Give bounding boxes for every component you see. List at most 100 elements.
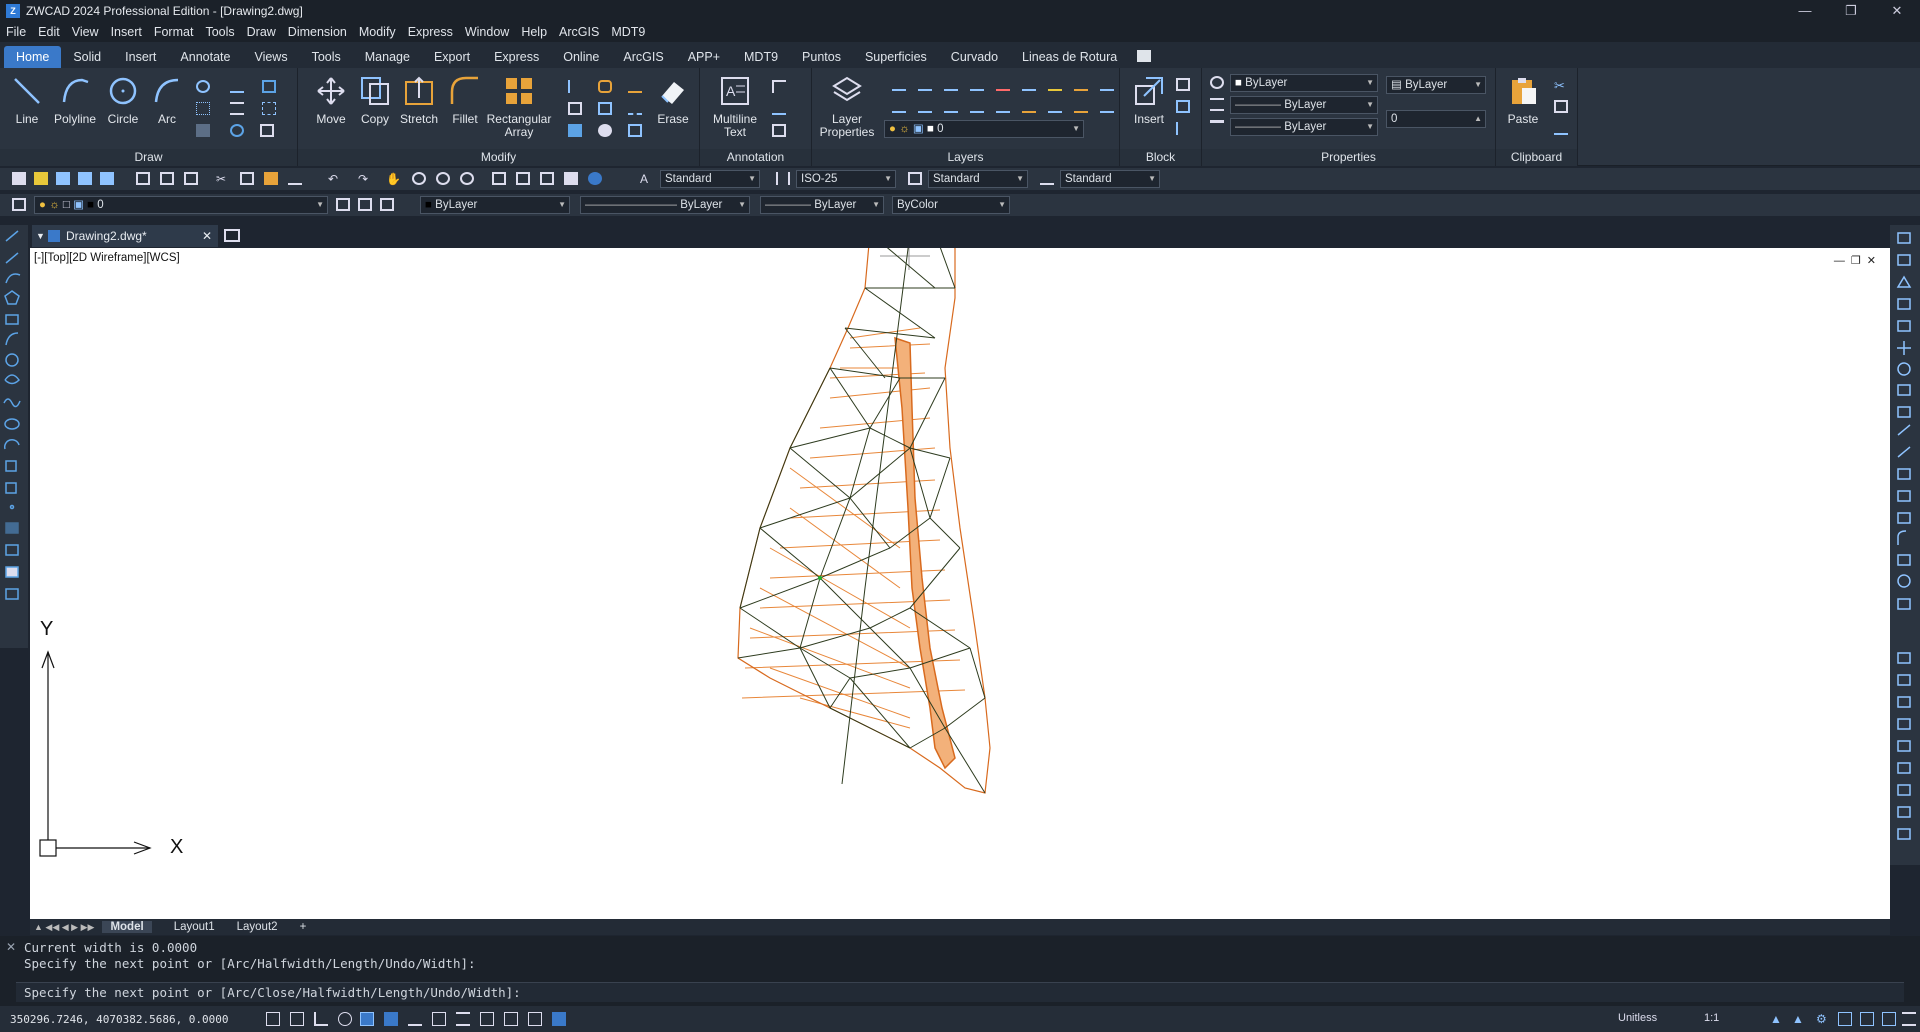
tab-curvado[interactable]: Curvado: [939, 46, 1010, 68]
close-command-icon[interactable]: ✕: [6, 940, 16, 954]
layer-dropdown[interactable]: ● ☼ ▣ ■ 0 ▼: [884, 120, 1084, 138]
annotation-visibility-icon[interactable]: ▲: [1770, 1012, 1784, 1026]
tool-palette-icon[interactable]: [540, 172, 554, 185]
layer-tool-icon[interactable]: [1074, 78, 1088, 91]
layer-tool-icon[interactable]: [996, 78, 1010, 91]
make-current-icon[interactable]: [336, 198, 350, 211]
region-icon[interactable]: [262, 80, 276, 93]
menu-dimension[interactable]: Dimension: [288, 25, 347, 39]
tab-views[interactable]: Views: [242, 46, 299, 68]
offset-icon[interactable]: [598, 80, 612, 93]
new-file-icon[interactable]: [12, 172, 26, 185]
menu-insert[interactable]: Insert: [111, 25, 142, 39]
menu-window[interactable]: Window: [465, 25, 509, 39]
grid-icon[interactable]: [266, 1012, 280, 1026]
pan-icon[interactable]: ✋: [386, 172, 401, 186]
isolate-objects-icon[interactable]: [1860, 1012, 1874, 1026]
linetype-icon[interactable]: [1210, 98, 1224, 111]
chamfer-icon[interactable]: [628, 80, 642, 93]
lineweight-icon[interactable]: [1210, 120, 1224, 133]
clean-screen-icon[interactable]: [1882, 1012, 1896, 1026]
rectangular-array-button[interactable]: Rectangular Array: [484, 74, 554, 139]
ellipse-icon[interactable]: [196, 80, 210, 93]
snap-icon[interactable]: [290, 1012, 304, 1026]
rectangle-icon[interactable]: [260, 124, 274, 137]
customization-menu-icon[interactable]: [1902, 1012, 1916, 1026]
tab-arcgis[interactable]: ArcGIS: [611, 46, 675, 68]
layer-tool-icon[interactable]: [970, 100, 984, 113]
match-properties-icon[interactable]: [288, 172, 302, 185]
cut-icon[interactable]: ✂: [216, 172, 230, 186]
design-center-icon[interactable]: [516, 172, 530, 185]
tab-export[interactable]: Export: [422, 46, 482, 68]
layer-tool-icon[interactable]: [970, 78, 984, 91]
menu-express[interactable]: Express: [408, 25, 453, 39]
command-input[interactable]: Specify the next point or [Arc/Close/Hal…: [16, 982, 1904, 1002]
annotation-monitor-icon[interactable]: [552, 1012, 566, 1026]
paste-icon[interactable]: [264, 172, 278, 185]
point-icon[interactable]: [196, 102, 210, 115]
tab-lineas-de-rotura[interactable]: Lineas de Rotura: [1010, 46, 1129, 68]
fillet-button[interactable]: Fillet: [442, 74, 488, 126]
tab-manage[interactable]: Manage: [353, 46, 422, 68]
lineweight-dropdown[interactable]: ———— ByLayer ▼: [1230, 118, 1378, 136]
tab-layout2[interactable]: Layout2: [237, 921, 278, 933]
table-style-dropdown[interactable]: Standard ▼: [928, 170, 1028, 188]
undo-icon[interactable]: ↶: [328, 172, 342, 186]
save-all-icon[interactable]: [100, 172, 114, 185]
wipeout-icon[interactable]: [262, 102, 276, 115]
layer-previous-icon[interactable]: [358, 198, 372, 211]
color-dropdown[interactable]: ■ ByLayer ▼: [1230, 74, 1378, 92]
tab-layout1[interactable]: Layout1: [174, 921, 215, 933]
toolbar-plotstyle-dropdown[interactable]: ByColor ▼: [892, 196, 1010, 214]
tab-mdt9[interactable]: MDT9: [732, 46, 790, 68]
coordinate-readout[interactable]: 350296.7246, 4070382.5686, 0.0000: [10, 1013, 229, 1026]
minimize-icon[interactable]: —: [1782, 0, 1828, 22]
erase-button[interactable]: Erase: [650, 74, 696, 126]
layer-manager-icon[interactable]: [12, 198, 26, 211]
paste-button[interactable]: Paste: [1500, 74, 1546, 126]
selection-cycling-icon[interactable]: [528, 1012, 542, 1026]
multiline-text-button[interactable]: A Multiline Text: [708, 74, 762, 139]
lock-ui-icon[interactable]: [1838, 1012, 1852, 1026]
tab-menu-icon[interactable]: ▼: [36, 225, 45, 247]
layer-tool-icon[interactable]: [1022, 100, 1036, 113]
revcloud-icon[interactable]: [230, 102, 244, 115]
layer-tool-icon[interactable]: [892, 100, 906, 113]
rotate-icon[interactable]: [568, 102, 582, 115]
new-tab-icon[interactable]: [224, 229, 240, 242]
create-block-icon[interactable]: [1176, 78, 1190, 91]
edit-block-icon[interactable]: [1176, 100, 1190, 113]
plotstyle-dropdown[interactable]: ▤ ByLayer ▼: [1386, 76, 1486, 94]
table-icon[interactable]: [772, 124, 786, 137]
menu-file[interactable]: File: [6, 25, 26, 39]
cut-icon[interactable]: ✂: [1554, 78, 1568, 93]
layer-tool-icon[interactable]: [1100, 78, 1114, 91]
hatch-icon[interactable]: [196, 124, 210, 137]
redo-icon[interactable]: ↷: [358, 172, 372, 186]
tab-solid[interactable]: Solid: [61, 46, 113, 68]
workspace-gear-icon[interactable]: ⚙: [1816, 1012, 1830, 1026]
tab-home[interactable]: Home: [4, 46, 62, 68]
tab-puntos[interactable]: Puntos: [790, 46, 853, 68]
layer-properties-button[interactable]: Layer Properties: [818, 74, 876, 139]
print-icon[interactable]: [136, 172, 150, 185]
dyn-ucs-icon[interactable]: [408, 1012, 422, 1026]
menu-help[interactable]: Help: [521, 25, 547, 39]
menu-modify[interactable]: Modify: [359, 25, 396, 39]
transparency-toggle-icon[interactable]: [480, 1012, 494, 1026]
help-icon[interactable]: [588, 172, 602, 185]
donut-icon[interactable]: [230, 124, 244, 137]
lineweight-toggle-icon[interactable]: [456, 1012, 470, 1026]
leader-icon[interactable]: [772, 102, 786, 115]
osnap-icon[interactable]: [360, 1012, 374, 1026]
menu-arcgis[interactable]: ArcGIS: [559, 25, 599, 39]
add-layout-button[interactable]: +: [300, 921, 307, 933]
ribbon-collapse-icon[interactable]: [1137, 50, 1152, 62]
toolbar-linetype-dropdown[interactable]: ———————— ByLayer ▼: [580, 196, 750, 214]
tab-annotate[interactable]: Annotate: [168, 46, 242, 68]
save-as-icon[interactable]: [78, 172, 92, 185]
layer-tool-icon[interactable]: [918, 78, 932, 91]
menu-draw[interactable]: Draw: [247, 25, 276, 39]
menu-edit[interactable]: Edit: [38, 25, 60, 39]
